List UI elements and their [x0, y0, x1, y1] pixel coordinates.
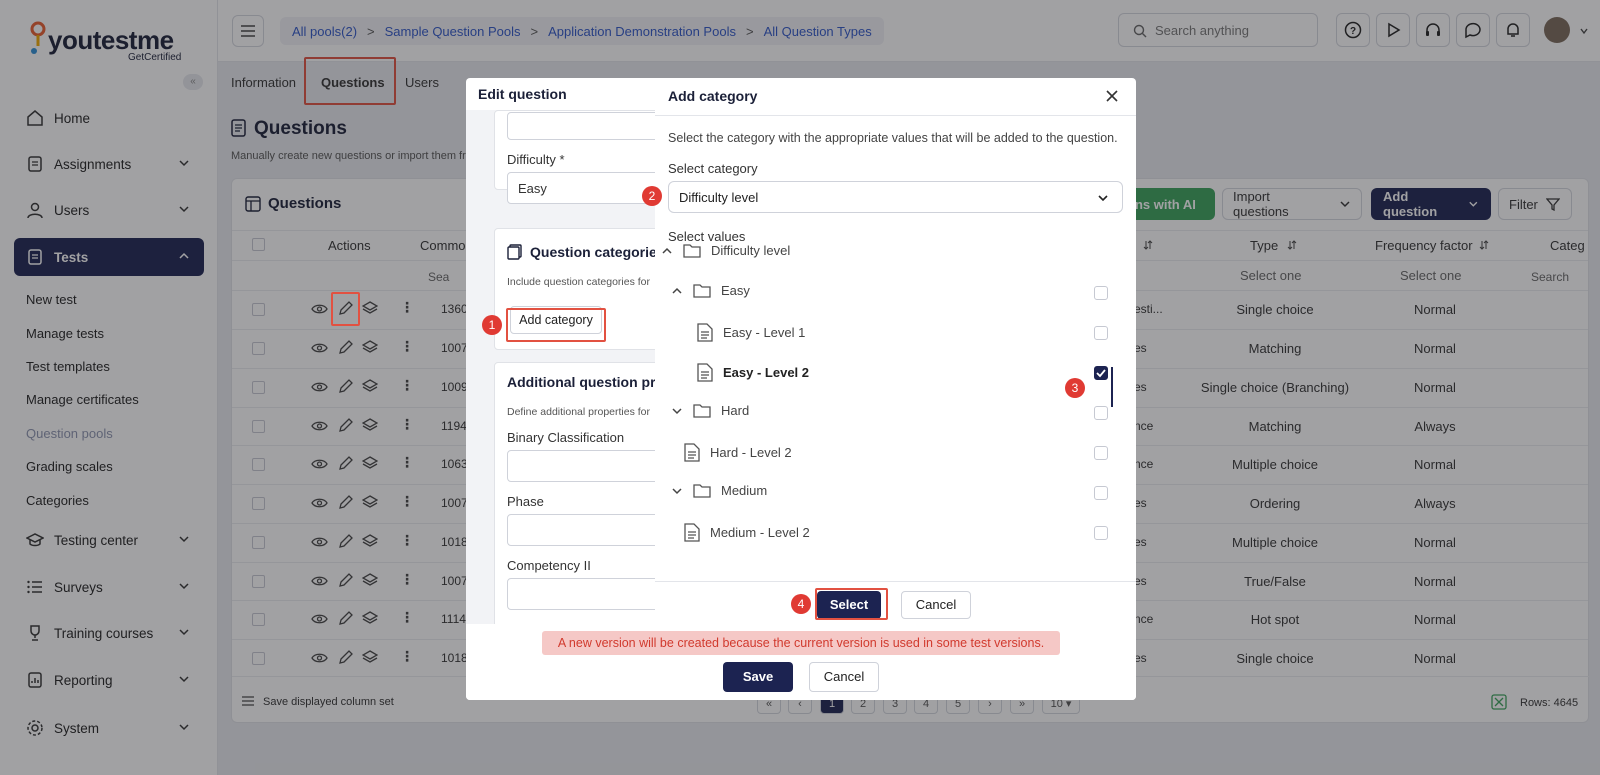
- step-badge-4: 4: [791, 594, 811, 614]
- step-badge-3: 3: [1065, 378, 1085, 398]
- tree-node-checkbox[interactable]: [1094, 406, 1108, 420]
- save-button[interactable]: Save: [723, 662, 793, 692]
- tree-node[interactable]: Easy - Level 1: [697, 323, 805, 342]
- category-select[interactable]: Difficulty level: [668, 181, 1123, 213]
- add-category-dialog: Add category Select the category with th…: [655, 79, 1136, 627]
- tree-node-label: Medium - Level 2: [710, 525, 810, 540]
- version-warning: A new version will be created because th…: [542, 631, 1060, 655]
- step-badge-1: 1: [482, 315, 502, 335]
- tree-node-checkbox[interactable]: [1094, 366, 1108, 380]
- tree-node-checkbox[interactable]: [1094, 486, 1108, 500]
- scrollbar[interactable]: [1111, 367, 1113, 407]
- file-icon: [684, 443, 700, 462]
- cancel-button[interactable]: Cancel: [809, 662, 879, 692]
- tree-node[interactable]: Easy: [671, 283, 750, 298]
- question-categories-title: Question categories: [530, 244, 665, 260]
- edit-question-title: Edit question: [478, 86, 567, 102]
- close-icon[interactable]: [1105, 89, 1119, 103]
- difficulty-label: Difficulty *: [507, 152, 565, 167]
- file-icon: [684, 523, 700, 542]
- categories-icon: [507, 244, 522, 260]
- select-category-label: Select category: [668, 161, 758, 176]
- add-category-title: Add category: [668, 88, 758, 104]
- tree-node-checkbox[interactable]: [1094, 326, 1108, 340]
- file-icon: [697, 323, 713, 342]
- tree-node-label: Easy - Level 2: [723, 365, 809, 380]
- tree-node[interactable]: Medium: [671, 483, 767, 498]
- tree-node[interactable]: Difficulty level: [661, 243, 790, 258]
- step-badge-2: 2: [642, 186, 662, 206]
- additional-properties-title: Additional question pro: [507, 374, 665, 390]
- tree-node[interactable]: Easy - Level 2: [697, 363, 809, 382]
- tree-node-checkbox[interactable]: [1094, 446, 1108, 460]
- tree-node-label: Medium: [721, 483, 768, 498]
- tree-node[interactable]: Medium - Level 2: [684, 523, 810, 542]
- question-categories-description: Include question categories for: [507, 276, 651, 288]
- tree-node-checkbox[interactable]: [1094, 526, 1108, 540]
- tree-node-label: Difficulty level: [711, 243, 791, 258]
- highlight-select-button: [815, 588, 888, 620]
- chevron-down-icon[interactable]: [671, 405, 683, 417]
- add-category-description: Select the category with the appropriate…: [668, 131, 1118, 145]
- add-category-cancel-button[interactable]: Cancel: [901, 591, 971, 619]
- chevron-down-icon[interactable]: [671, 485, 683, 497]
- checkmark-icon: [1096, 369, 1106, 378]
- competency-label: Competency II: [507, 558, 591, 573]
- binary-classification-label: Binary Classification: [507, 430, 625, 445]
- folder-icon: [693, 484, 711, 498]
- folder-icon: [693, 284, 711, 298]
- highlight-add-category: [506, 308, 606, 342]
- folder-icon: [693, 404, 711, 418]
- folder-icon: [683, 244, 701, 258]
- required-mark: *: [559, 152, 565, 167]
- tree-node-label: Easy: [721, 283, 750, 298]
- tree-node-checkbox[interactable]: [1094, 286, 1108, 300]
- tree-node-label: Easy - Level 1: [723, 325, 806, 340]
- tree-node[interactable]: Hard: [671, 403, 749, 418]
- tree-node-label: Hard: [721, 403, 750, 418]
- tree-node[interactable]: Hard - Level 2: [684, 443, 792, 462]
- chevron-down-icon: [1098, 195, 1108, 202]
- additional-properties-description: Define additional properties for: [507, 406, 651, 418]
- select-values-label: Select values: [668, 229, 746, 244]
- tree-node-label: Hard - Level 2: [710, 445, 792, 460]
- file-icon: [697, 363, 713, 382]
- chevron-up-icon[interactable]: [661, 245, 673, 257]
- highlight-edit-action: [331, 292, 360, 326]
- chevron-up-icon[interactable]: [671, 285, 683, 297]
- phase-label: Phase: [507, 494, 544, 509]
- category-select-value: Difficulty level: [679, 190, 759, 205]
